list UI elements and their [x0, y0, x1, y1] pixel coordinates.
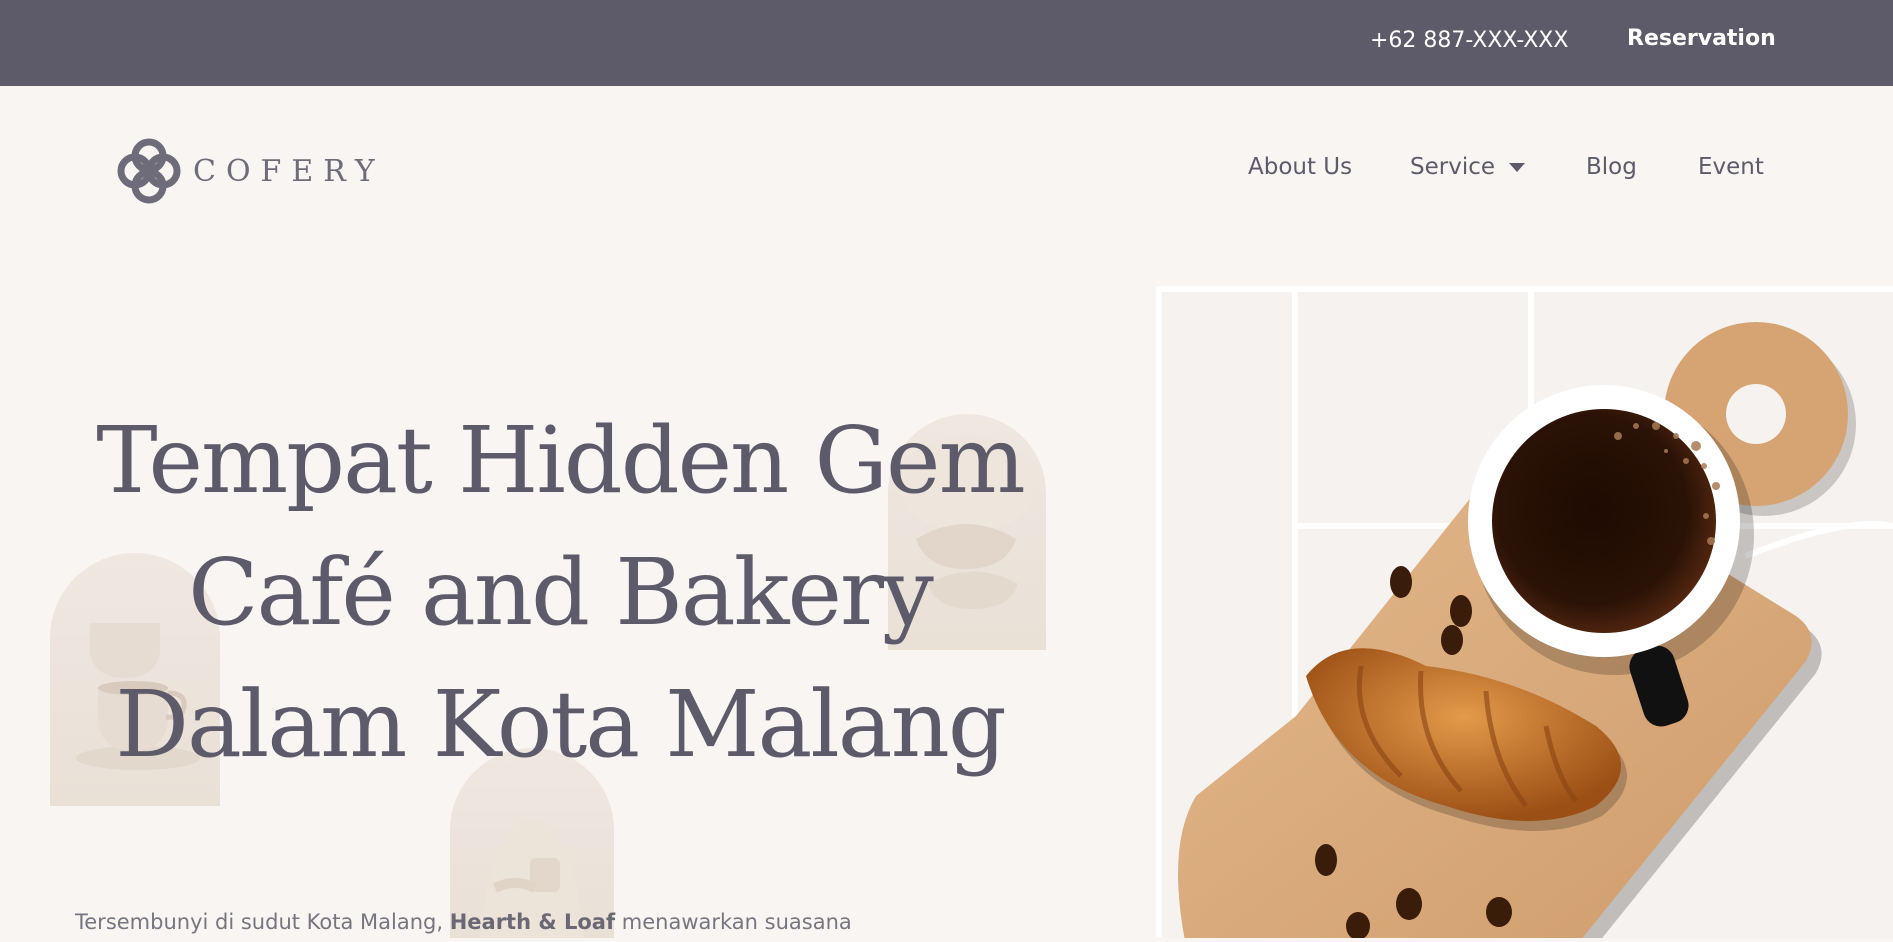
- hero-title-line: Dalam Kota Malang: [115, 671, 1007, 778]
- nav-event[interactable]: Event: [1698, 154, 1764, 180]
- phone-link[interactable]: +62 887-XXX-XXX: [1370, 28, 1568, 53]
- hero-photo: [1156, 286, 1893, 942]
- hero-title: Tempat Hidden Gem Café and Bakery Dalam …: [60, 395, 1060, 791]
- intro-text: Tersembunyi di sudut Kota Malang,: [75, 910, 444, 934]
- nav-service-label: Service: [1410, 154, 1496, 180]
- intro-brand: Hearth & Loaf: [449, 910, 616, 934]
- nav-blog[interactable]: Blog: [1586, 154, 1637, 180]
- logo[interactable]: COFERY: [115, 136, 385, 206]
- nav-service[interactable]: Service: [1410, 154, 1526, 180]
- hero-title-line: Café and Bakery: [188, 539, 934, 646]
- interlocked-rings-icon: [117, 138, 181, 204]
- intro-text-rest: menawarkan suasana: [621, 910, 852, 934]
- nav-about-us[interactable]: About Us: [1248, 154, 1352, 180]
- top-bar: +62 887-XXX-XXX Reservation: [0, 0, 1893, 86]
- chevron-down-icon: [1509, 163, 1526, 172]
- reservation-button[interactable]: Reservation: [1627, 26, 1776, 51]
- hero-title-line: Tempat Hidden Gem: [96, 407, 1025, 514]
- hero-intro: Tersembunyi di sudut Kota Malang, Hearth…: [75, 910, 852, 934]
- brand-name: COFERY: [193, 153, 385, 189]
